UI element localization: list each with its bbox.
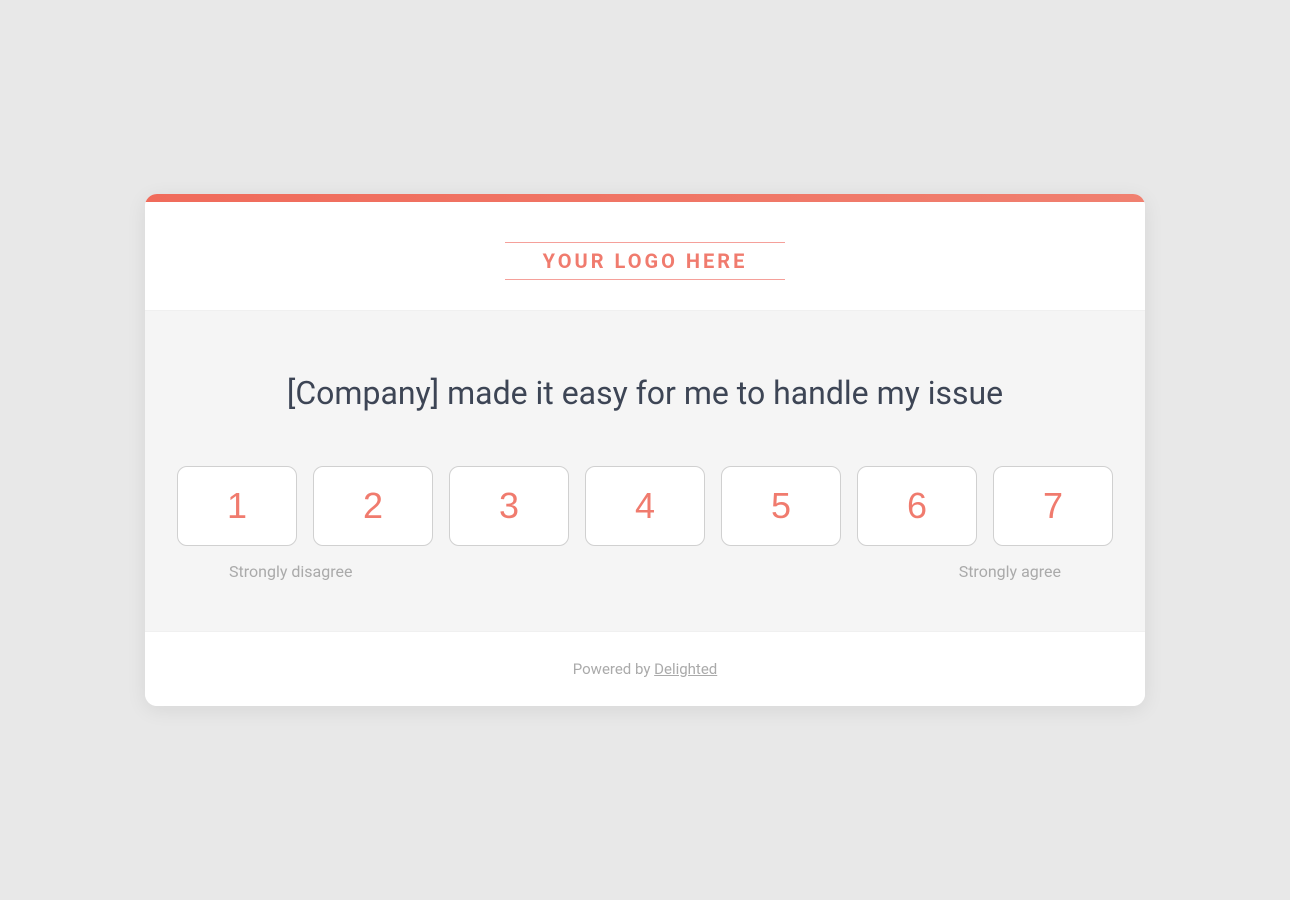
footer-section: Powered by Delighted [145, 631, 1145, 706]
scale-button-1[interactable]: 1 [177, 466, 297, 546]
question-text: [Company] made it easy for me to handle … [225, 371, 1065, 416]
scale-button-6[interactable]: 6 [857, 466, 977, 546]
powered-by: Powered by Delighted [573, 660, 718, 678]
logo-line-bottom [505, 279, 785, 280]
scale-button-7[interactable]: 7 [993, 466, 1113, 546]
scale-button-3[interactable]: 3 [449, 466, 569, 546]
logo-section: YOUR LOGO HERE [145, 202, 1145, 311]
logo-text: YOUR LOGO HERE [543, 249, 748, 273]
scale-button-4[interactable]: 4 [585, 466, 705, 546]
scale-buttons: 1 2 3 4 5 6 7 [177, 466, 1113, 546]
survey-card: YOUR LOGO HERE [Company] made it easy fo… [145, 194, 1145, 706]
scale-container: 1 2 3 4 5 6 7 Strongly disagree Strongly… [225, 466, 1065, 581]
main-content: [Company] made it easy for me to handle … [145, 311, 1145, 631]
scale-button-2[interactable]: 2 [313, 466, 433, 546]
scale-label-right: Strongly agree [959, 562, 1061, 581]
card-top-bar [145, 194, 1145, 202]
scale-button-5[interactable]: 5 [721, 466, 841, 546]
powered-by-link[interactable]: Delighted [654, 660, 717, 678]
scale-label-left: Strongly disagree [229, 562, 352, 581]
logo-line-top [505, 242, 785, 243]
logo-placeholder: YOUR LOGO HERE [505, 242, 785, 280]
scale-labels: Strongly disagree Strongly agree [225, 562, 1065, 581]
